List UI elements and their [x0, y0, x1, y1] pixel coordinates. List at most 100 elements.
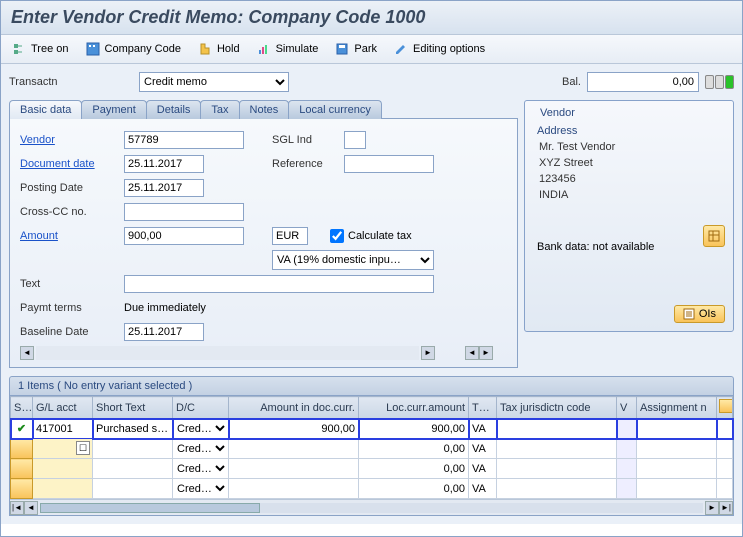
text-field[interactable] — [124, 275, 434, 293]
grid-next-button[interactable]: ► — [705, 501, 719, 515]
grid-hscroll-thumb[interactable] — [40, 503, 260, 513]
tree-on-button[interactable]: Tree on — [11, 41, 69, 57]
amount-label[interactable]: Amount — [20, 230, 124, 242]
detail-icon — [707, 229, 721, 243]
company-code-button[interactable]: Company Code — [85, 41, 181, 57]
scroll-left-2-button[interactable]: ◄ — [465, 346, 479, 360]
v-cell[interactable] — [617, 479, 636, 498]
col-gl[interactable]: G/L acct — [33, 397, 93, 419]
table-row[interactable]: Cred… — [11, 479, 733, 499]
dc-cell[interactable]: Cred… — [173, 419, 228, 438]
row-selector[interactable] — [11, 439, 33, 459]
amt-loc-cell[interactable] — [359, 459, 468, 478]
row-selector[interactable] — [11, 479, 33, 499]
bank-data-text: Bank data: not available — [537, 241, 725, 253]
gl-acct-cell[interactable] — [33, 479, 92, 498]
short-text-cell[interactable] — [93, 479, 172, 498]
amt-doc-cell[interactable] — [229, 419, 358, 438]
col-amt-loc[interactable]: Loc.curr.amount — [359, 397, 469, 419]
table-row[interactable]: ☐ Cred… — [11, 439, 733, 459]
scroll-right-2-button[interactable]: ► — [479, 346, 493, 360]
col-amt-doc[interactable]: Amount in doc.curr. — [229, 397, 359, 419]
transaction-select[interactable]: Credit memo — [139, 72, 289, 92]
tab-notes[interactable]: Notes — [239, 100, 290, 119]
assign-cell[interactable] — [637, 439, 716, 458]
amt-doc-cell[interactable] — [229, 439, 358, 458]
jur-cell[interactable] — [497, 439, 616, 458]
grid-prev-button[interactable]: ◄ — [24, 501, 38, 515]
tax-cell[interactable] — [469, 459, 496, 478]
posting-date-field[interactable] — [124, 179, 204, 197]
currency-field[interactable] — [272, 227, 308, 245]
row-selector[interactable] — [11, 459, 33, 479]
scroll-right-button[interactable]: ► — [421, 346, 435, 360]
assign-cell[interactable] — [637, 459, 716, 478]
grid-hscroll-track[interactable] — [40, 503, 703, 513]
calculate-tax-label: Calculate tax — [348, 230, 412, 242]
baseline-date-field[interactable] — [124, 323, 204, 341]
col-config[interactable] — [717, 397, 733, 419]
scroll-left-button[interactable]: ◄ — [20, 346, 34, 360]
reference-field[interactable] — [344, 155, 434, 173]
table-row[interactable]: Cred… — [11, 459, 733, 479]
tax-cell[interactable] — [469, 419, 496, 438]
amount-field[interactable] — [124, 227, 244, 245]
col-tax[interactable]: T… — [469, 397, 497, 419]
grid-first-button[interactable]: |◄ — [10, 501, 24, 515]
calculate-tax-checkbox[interactable] — [330, 229, 344, 243]
tab-details[interactable]: Details — [146, 100, 202, 119]
vendor-field[interactable] — [124, 131, 244, 149]
amt-doc-cell[interactable] — [229, 459, 358, 478]
editing-options-button[interactable]: Editing options — [393, 41, 485, 57]
gl-acct-cell[interactable] — [33, 419, 92, 438]
park-button[interactable]: Park — [334, 41, 377, 57]
v-cell[interactable] — [617, 439, 636, 458]
grid-last-button[interactable]: ►| — [719, 501, 733, 515]
short-text-cell[interactable] — [93, 419, 172, 438]
tab-basic-data[interactable]: Basic data — [9, 100, 82, 119]
dc-cell[interactable]: Cred… — [173, 439, 228, 458]
gl-acct-cell[interactable] — [33, 459, 92, 478]
v-cell[interactable] — [617, 459, 636, 478]
short-text-cell[interactable] — [93, 439, 172, 458]
ois-button[interactable]: OIs — [674, 305, 725, 323]
simulate-button[interactable]: Simulate — [256, 41, 319, 57]
search-help-icon[interactable]: ☐ — [76, 441, 90, 455]
assign-cell[interactable] — [637, 479, 716, 498]
address-detail-button[interactable] — [703, 225, 725, 247]
col-jur[interactable]: Tax jurisdictn code — [497, 397, 617, 419]
hold-button[interactable]: Hold — [197, 41, 240, 57]
tree-on-label: Tree on — [31, 43, 69, 55]
hscroll-track[interactable] — [36, 346, 419, 360]
col-status[interactable]: S… — [11, 397, 33, 419]
dc-cell[interactable]: Cred… — [173, 459, 228, 478]
col-short[interactable]: Short Text — [93, 397, 173, 419]
tab-tax[interactable]: Tax — [200, 100, 239, 119]
sgl-ind-field[interactable] — [344, 131, 366, 149]
tax-cell[interactable] — [469, 439, 496, 458]
col-v[interactable]: V — [617, 397, 637, 419]
table-row[interactable]: ✔Cred… — [11, 419, 733, 439]
doc-date-field[interactable] — [124, 155, 204, 173]
jur-cell[interactable] — [497, 459, 616, 478]
short-text-cell[interactable] — [93, 459, 172, 478]
v-cell[interactable] — [617, 419, 636, 438]
amt-doc-cell[interactable] — [229, 479, 358, 498]
tax-cell[interactable] — [469, 479, 496, 498]
amt-loc-cell[interactable] — [359, 479, 468, 498]
col-assign[interactable]: Assignment n — [637, 397, 717, 419]
tab-local-currency[interactable]: Local currency — [288, 100, 382, 119]
assign-cell[interactable] — [637, 419, 716, 438]
dc-cell[interactable]: Cred… — [173, 479, 228, 498]
amt-loc-cell[interactable] — [359, 419, 468, 438]
jur-cell[interactable] — [497, 479, 616, 498]
col-dc[interactable]: D/C — [173, 397, 229, 419]
cross-cc-field[interactable] — [124, 203, 244, 221]
tax-code-select[interactable]: VA (19% domestic inpu… — [272, 250, 434, 270]
tab-payment[interactable]: Payment — [81, 100, 146, 119]
doc-date-label[interactable]: Document date — [20, 158, 124, 170]
vendor-label[interactable]: Vendor — [20, 134, 124, 146]
posting-date-label: Posting Date — [20, 182, 124, 194]
jur-cell[interactable] — [497, 419, 616, 438]
amt-loc-cell[interactable] — [359, 439, 468, 458]
